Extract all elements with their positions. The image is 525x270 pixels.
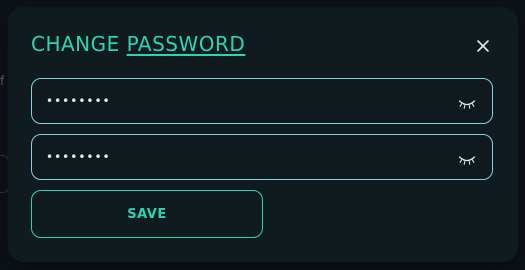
close-icon bbox=[477, 40, 489, 52]
dialog-title-prefix: CHANGE bbox=[31, 32, 120, 56]
change-password-dialog: CHANGE PASSWORD •••••••• •••••••• SAVE bbox=[8, 7, 518, 262]
password-field bbox=[31, 78, 493, 124]
toggle-visibility-button[interactable] bbox=[458, 95, 476, 109]
eye-closed-icon bbox=[458, 100, 476, 109]
save-button[interactable]: SAVE bbox=[31, 190, 263, 238]
confirm-password-input[interactable] bbox=[46, 135, 446, 179]
toggle-visibility-button[interactable] bbox=[458, 151, 476, 165]
confirm-password-field bbox=[31, 134, 493, 180]
eye-closed-icon bbox=[458, 156, 476, 165]
password-input[interactable] bbox=[46, 79, 446, 123]
close-button[interactable] bbox=[474, 37, 492, 55]
dialog-title-underlined: PASSWORD bbox=[126, 32, 246, 56]
dialog-title: CHANGE PASSWORD bbox=[31, 32, 245, 56]
